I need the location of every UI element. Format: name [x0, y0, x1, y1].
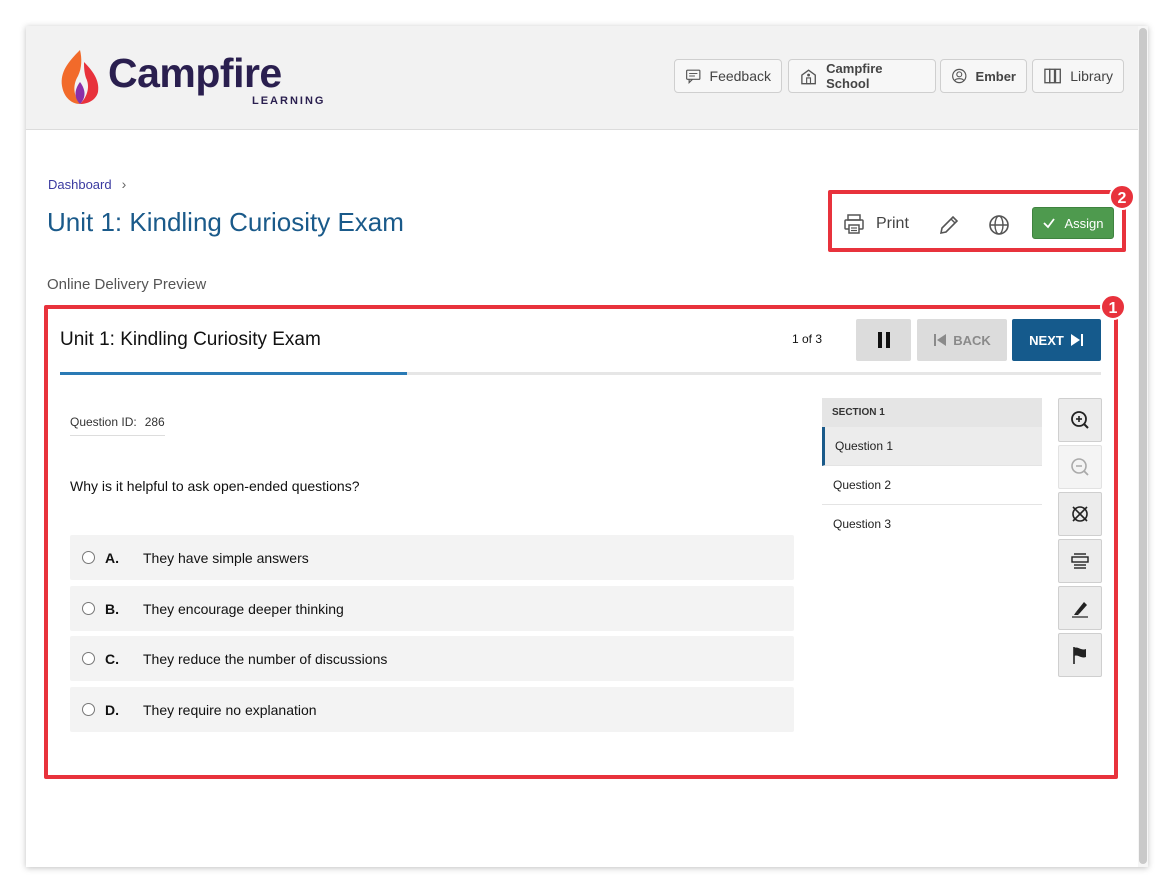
checkmark-icon [1043, 218, 1056, 229]
eliminate-icon [1072, 506, 1088, 522]
option-letter: A. [105, 549, 119, 566]
logo-subtitle: LEARNING [252, 95, 326, 107]
campfire-school-button[interactable]: Campfire School [788, 59, 936, 93]
campfire-logo[interactable]: Campfire LEARNING [58, 48, 323, 112]
option-letter: C. [105, 650, 119, 667]
ember-user-button[interactable]: Ember [940, 59, 1027, 93]
library-label: Library [1070, 68, 1113, 84]
section-header: SECTION 1 [822, 398, 1042, 427]
next-label: NEXT [1029, 332, 1064, 348]
question-id-label: Question ID: [70, 415, 137, 429]
question-navigator: SECTION 1 Question 1 Question 2 Question… [822, 398, 1042, 544]
library-button[interactable]: Library [1032, 59, 1124, 93]
online-delivery-preview-label: Online Delivery Preview [47, 276, 207, 293]
vertical-scrollbar[interactable] [1138, 26, 1148, 867]
page-title: Unit 1: Kindling Curiosity Exam [47, 207, 404, 237]
answer-eliminator-button[interactable] [1058, 492, 1102, 536]
option-text: They encourage deeper thinking [143, 600, 344, 617]
annotation-badge-2: 2 [1109, 184, 1135, 210]
user-icon [952, 68, 967, 84]
globe-icon[interactable] [987, 213, 1011, 237]
nav-question-2[interactable]: Question 2 [822, 466, 1042, 505]
question-id-value: 286 [144, 415, 165, 429]
line-reader-icon [1071, 553, 1089, 569]
printer-icon [844, 214, 864, 234]
flag-button[interactable] [1058, 633, 1102, 677]
highlighter-button[interactable] [1058, 586, 1102, 630]
skip-forward-icon [1070, 334, 1083, 346]
radio-button[interactable] [82, 652, 95, 665]
option-text: They require no explanation [143, 701, 317, 718]
nav-question-1[interactable]: Question 1 [822, 427, 1042, 466]
school-icon [801, 69, 816, 85]
logo-wordmark: Campfire [108, 50, 282, 96]
exam-title: Unit 1: Kindling Curiosity Exam [60, 329, 321, 350]
flame-logo-icon [61, 50, 99, 104]
back-button[interactable]: BACK [917, 319, 1007, 361]
top-header: Campfire LEARNING Feedback Campfire Scho… [26, 26, 1138, 130]
feedback-button[interactable]: Feedback [674, 59, 782, 93]
flag-icon [1073, 647, 1086, 664]
library-icon [1044, 68, 1061, 84]
print-button[interactable]: Print [842, 212, 909, 236]
next-button[interactable]: NEXT [1012, 319, 1101, 361]
radio-button[interactable] [82, 602, 95, 615]
print-label: Print [876, 215, 909, 232]
question-text: Why is it helpful to ask open-ended ques… [70, 478, 360, 494]
assign-button[interactable]: Assign [1032, 207, 1114, 239]
ember-label: Ember [975, 68, 1016, 84]
radio-button[interactable] [82, 551, 95, 564]
zoom-out-button[interactable] [1058, 445, 1102, 489]
progress-counter: 1 of 3 [792, 332, 823, 346]
chevron-right-icon: › [121, 176, 127, 192]
pause-icon [877, 332, 890, 348]
zoom-in-icon [1071, 411, 1089, 429]
option-text: They reduce the number of discussions [143, 650, 388, 667]
pause-button[interactable] [856, 319, 911, 361]
feedback-icon [686, 69, 701, 85]
radio-button[interactable] [82, 703, 95, 716]
highlighter-icon [1072, 602, 1088, 618]
campfire-school-label: Campfire School [826, 61, 883, 91]
annotation-badge-1: 1 [1100, 294, 1126, 320]
app-window: Campfire LEARNING Feedback Campfire Scho… [26, 26, 1148, 867]
question-id: Question ID: 286 [70, 415, 165, 436]
line-reader-button[interactable] [1058, 539, 1102, 583]
answer-option-c[interactable]: C. They reduce the number of discussions [70, 636, 794, 681]
feedback-label: Feedback [709, 68, 771, 84]
zoom-out-icon [1071, 458, 1089, 476]
answer-option-b[interactable]: B. They encourage deeper thinking [70, 586, 794, 631]
option-letter: B. [105, 600, 119, 617]
scrollbar-thumb[interactable] [1139, 28, 1147, 864]
nav-question-3[interactable]: Question 3 [822, 505, 1042, 544]
zoom-in-button[interactable] [1058, 398, 1102, 442]
breadcrumb-dashboard-link[interactable]: Dashboard [48, 177, 112, 192]
answer-option-a[interactable]: A. They have simple answers [70, 535, 794, 580]
progress-fill [60, 372, 407, 375]
back-label: BACK [953, 332, 991, 348]
breadcrumb: Dashboard › [48, 176, 126, 192]
option-text: They have simple answers [143, 549, 309, 566]
pencil-icon[interactable] [937, 213, 961, 237]
assign-label: Assign [1064, 215, 1104, 231]
answer-option-d[interactable]: D. They require no explanation [70, 687, 794, 732]
option-letter: D. [105, 701, 119, 718]
skip-back-icon [934, 334, 947, 346]
progress-track [60, 372, 1101, 375]
